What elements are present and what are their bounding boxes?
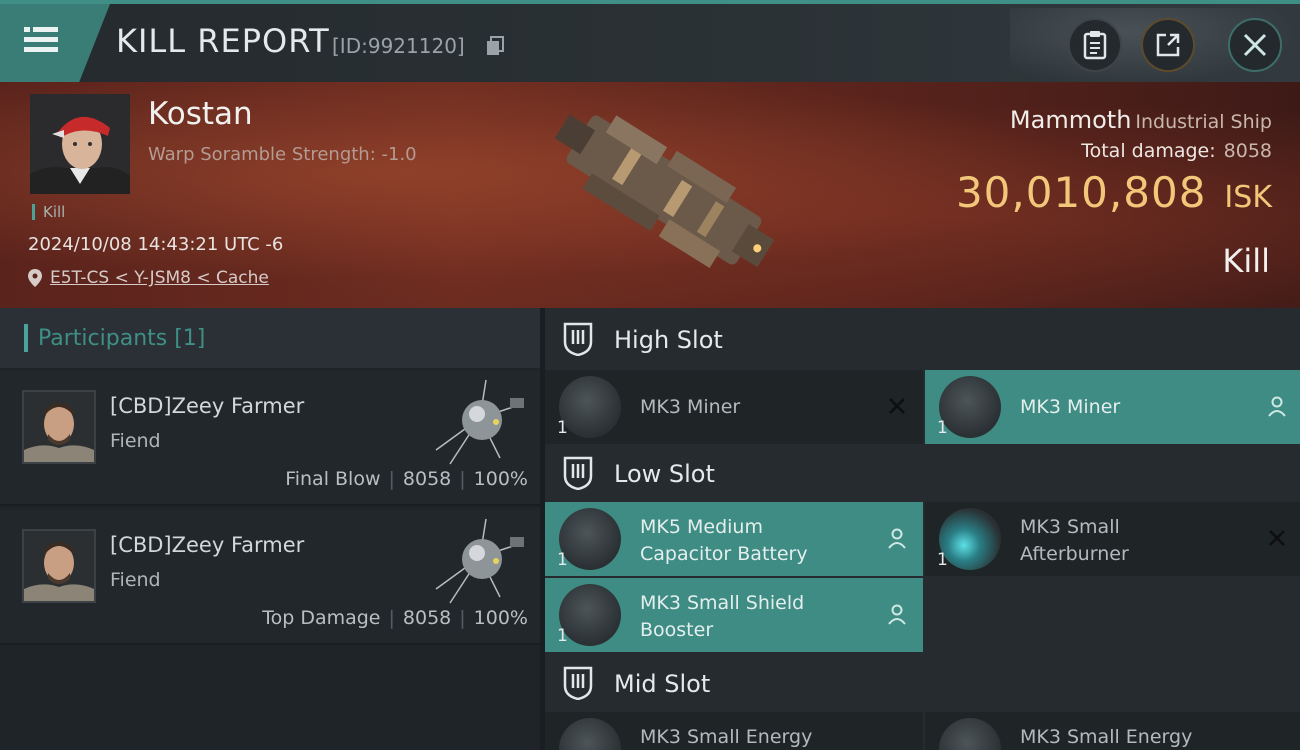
- participant-percent: 100%: [473, 607, 528, 629]
- fitting-panel: High Slot 1 MK3 Miner 1 MK3 Miner Low Sl…: [545, 308, 1300, 750]
- close-icon: [1243, 33, 1267, 57]
- module-name: MK3 Small Energy: [640, 726, 813, 748]
- total-damage-value: 8058: [1223, 140, 1272, 162]
- share-button[interactable]: [1141, 18, 1195, 72]
- module-icon: [559, 508, 621, 570]
- ship-class: Industrial Ship: [1135, 111, 1272, 133]
- participant-row[interactable]: [CBD]Zeey Farmer Fiend Final Blow | 8058 | 1…: [0, 370, 540, 506]
- clipboard-button[interactable]: [1068, 18, 1122, 72]
- module-name: MK3 Miner: [640, 396, 741, 418]
- participants-panel: Participants [1] [CBD]Zeey Farmer Fiend: [0, 308, 540, 750]
- participant-ship-icon: [435, 379, 524, 465]
- close-button[interactable]: [1228, 18, 1282, 72]
- module-name: MK5 Medium Capacitor Battery: [640, 516, 808, 565]
- module-icon: [939, 718, 1001, 750]
- module-qty: 1: [557, 550, 568, 570]
- module-name: MK3 Miner: [1020, 396, 1121, 418]
- participant-damage: 8058: [402, 607, 452, 629]
- module-qty: 1: [557, 626, 568, 646]
- participant-stats: Top Damage | 8058 | 100%: [262, 607, 528, 629]
- clipboard-icon: [1083, 31, 1107, 60]
- module-icon: [559, 584, 621, 646]
- module-name: MK3 Small Energy: [1020, 726, 1193, 748]
- participant-ship: Fiend: [110, 569, 161, 591]
- pilot-icon: [888, 528, 906, 549]
- module-icon: [939, 376, 1001, 438]
- isk-value: 30,010,808 ISK: [956, 168, 1272, 217]
- module-item[interactable]: 1 MK3 Small Energy: [545, 712, 923, 750]
- module-name: MK3 Small Shield Booster: [640, 592, 805, 641]
- destroyed-x-icon: [1269, 530, 1285, 546]
- high-slot-header: High Slot: [545, 308, 1300, 370]
- participant-name[interactable]: [CBD]Zeey Farmer: [110, 533, 304, 557]
- module-icon: [559, 376, 621, 438]
- module-qty: 1: [937, 418, 948, 438]
- high-slot-label: High Slot: [614, 326, 723, 354]
- slot-shield-icon: [563, 666, 593, 700]
- slot-shield-icon: [563, 456, 593, 490]
- kill-datetime: 2024/10/08 14:43:21 UTC -6: [28, 234, 284, 255]
- isk-amount: 30,010,808: [955, 168, 1207, 217]
- participant-role: Top Damage: [262, 607, 381, 629]
- module-qty: 1: [937, 550, 948, 570]
- total-damage-label: Total damage:: [1081, 140, 1216, 162]
- total-damage: Total damage: 8058: [1081, 140, 1272, 162]
- kill-tag: Kill: [32, 204, 65, 220]
- menu-icon: [24, 27, 58, 52]
- participant-damage: 8058: [402, 468, 452, 490]
- menu-button[interactable]: [0, 4, 110, 82]
- report-id: [ID:9921120]: [332, 34, 465, 58]
- low-slot-label: Low Slot: [614, 460, 715, 488]
- kill-location[interactable]: E5T-CS < Y-JSM8 < Cache: [28, 268, 269, 288]
- mid-slot-header: Mid Slot: [545, 652, 1300, 714]
- participants-title: Participants [1]: [38, 326, 206, 351]
- mid-slot-label: Mid Slot: [614, 670, 711, 698]
- isk-unit: ISK: [1224, 180, 1272, 215]
- module-item[interactable]: 1 MK3 Small Afterburner: [925, 502, 1300, 576]
- pilot-icon: [1268, 396, 1286, 417]
- module-item[interactable]: 1 MK3 Miner: [545, 370, 923, 444]
- module-item[interactable]: 1 MK3 Miner: [925, 370, 1300, 444]
- warp-scramble-strength: Warp Soramble Strength: -1.0: [148, 144, 417, 165]
- participant-ship: Fiend: [110, 430, 161, 452]
- participants-header: Participants [1]: [0, 308, 540, 368]
- slot-shield-icon: [563, 322, 593, 356]
- accent-bar: [24, 324, 28, 352]
- ship-image: [554, 114, 775, 269]
- module-icon: [939, 508, 1001, 570]
- participant-percent: 100%: [473, 468, 528, 490]
- low-slot-header: Low Slot: [545, 442, 1300, 504]
- victim-banner: Kostan Warp Soramble Strength: -1.0 Kill…: [0, 82, 1300, 308]
- participant-role: Final Blow: [285, 468, 381, 490]
- pilot-icon: [888, 604, 906, 625]
- ship-title: Mammoth Industrial Ship: [1010, 106, 1272, 134]
- share-icon: [1156, 33, 1180, 57]
- participant-avatar[interactable]: [22, 390, 96, 464]
- victim-avatar[interactable]: [30, 94, 130, 194]
- location-link[interactable]: E5T-CS < Y-JSM8 < Cache: [50, 268, 269, 288]
- participant-stats: Final Blow | 8058 | 100%: [285, 468, 528, 490]
- module-item[interactable]: 1 MK5 Medium Capacitor Battery: [545, 502, 923, 576]
- kill-result: Kill: [1222, 242, 1270, 280]
- participant-ship-icon: [435, 518, 524, 604]
- page-title: KILL REPORT: [116, 22, 330, 60]
- participant-row[interactable]: [CBD]Zeey Farmer Fiend Top Damage | 8058 | 1…: [0, 509, 540, 645]
- module-name: MK3 Small Afterburner: [1020, 516, 1129, 565]
- module-qty: 1: [557, 418, 568, 438]
- victim-name[interactable]: Kostan: [148, 96, 253, 132]
- location-pin-icon: [28, 269, 42, 287]
- module-item[interactable]: 1 MK3 Small Energy: [925, 712, 1300, 750]
- participant-name[interactable]: [CBD]Zeey Farmer: [110, 394, 304, 418]
- copy-icon[interactable]: [486, 36, 504, 56]
- participant-avatar[interactable]: [22, 529, 96, 603]
- destroyed-x-icon: [889, 398, 905, 414]
- module-item[interactable]: 1 MK3 Small Shield Booster: [545, 578, 923, 652]
- header-bar: KILL REPORT [ID:9921120]: [0, 0, 1300, 86]
- ship-name[interactable]: Mammoth: [1010, 106, 1131, 134]
- module-icon: [559, 718, 621, 750]
